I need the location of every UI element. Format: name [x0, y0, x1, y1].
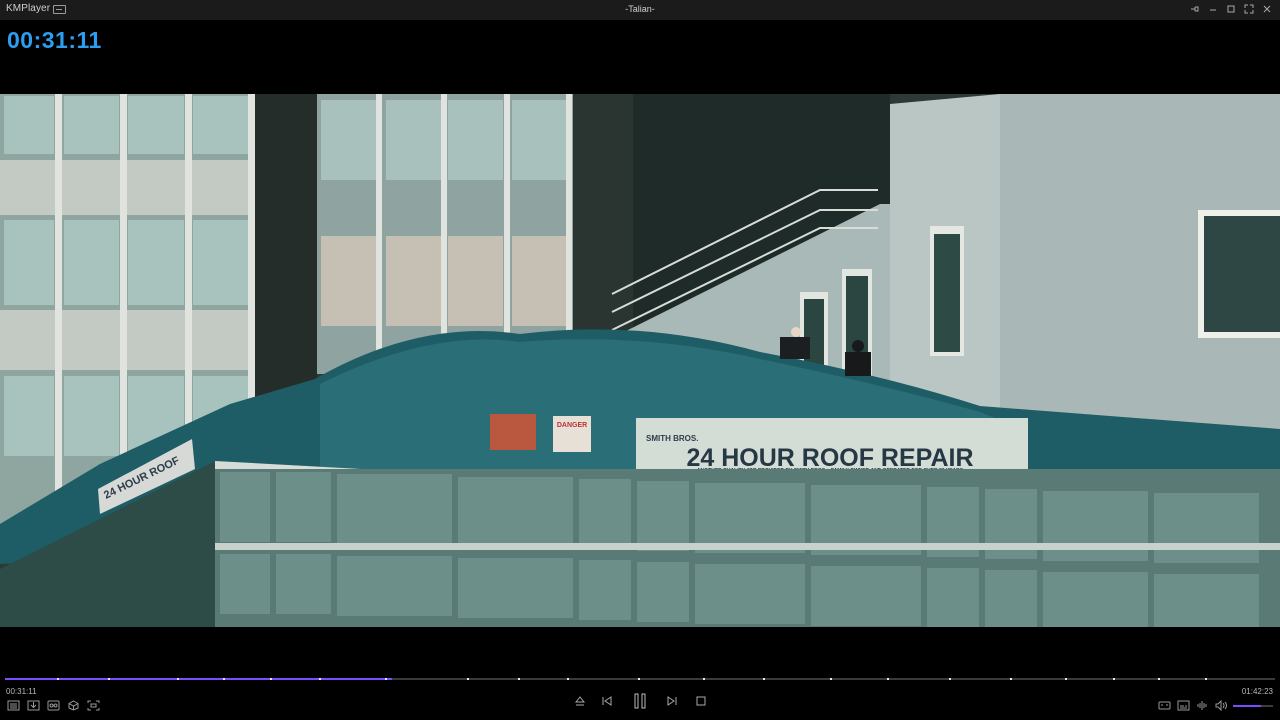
chapter-marker[interactable] — [703, 678, 705, 680]
chapter-marker[interactable] — [108, 678, 110, 680]
chapter-marker[interactable] — [1205, 678, 1207, 680]
osd-time: 00:31:11 — [7, 27, 102, 53]
chapter-marker[interactable] — [1158, 678, 1160, 680]
left-toolbar — [7, 700, 100, 711]
video-scene: DANGER SMITH BROS. 24 HOUR ROOF REPAIR A… — [0, 94, 1280, 627]
banner-brand-left: SMITH BROS. — [646, 434, 698, 443]
chapter-marker[interactable] — [638, 678, 640, 680]
chapter-marker[interactable] — [887, 678, 889, 680]
playlist-icon[interactable] — [7, 700, 20, 711]
chapter-marker[interactable] — [518, 678, 520, 680]
stop-icon[interactable] — [693, 692, 709, 710]
subtitle-toggle-icon[interactable] — [1177, 700, 1190, 711]
current-time: 00:31:11 — [6, 687, 37, 696]
window-title: -Talian- — [625, 4, 655, 14]
chapter-marker[interactable] — [1065, 678, 1067, 680]
chapter-marker[interactable] — [1113, 678, 1115, 680]
3d-icon[interactable] — [67, 700, 80, 711]
open-folder-icon[interactable] — [27, 700, 40, 711]
maximize-icon[interactable] — [1226, 3, 1236, 15]
total-time[interactable]: 01:42:23 — [1242, 687, 1273, 696]
pin-icon[interactable] — [1190, 3, 1200, 15]
chapter-marker[interactable] — [1010, 678, 1012, 680]
next-icon[interactable] — [664, 692, 680, 710]
chapter-marker[interactable] — [567, 678, 569, 680]
chapter-marker[interactable] — [467, 678, 469, 680]
danger-sign-text: DANGER — [557, 422, 587, 429]
close-icon[interactable] — [1262, 3, 1272, 15]
chapter-marker[interactable] — [57, 678, 59, 680]
chapter-marker[interactable] — [270, 678, 272, 680]
chapter-marker[interactable] — [763, 678, 765, 680]
chapter-marker[interactable] — [385, 678, 387, 680]
eject-icon[interactable] — [572, 692, 588, 710]
capture-icon[interactable] — [87, 700, 100, 711]
chapter-marker[interactable] — [177, 678, 179, 680]
chapter-marker[interactable] — [223, 678, 225, 680]
video-frame[interactable]: DANGER SMITH BROS. 24 HOUR ROOF REPAIR A… — [0, 94, 1280, 627]
minimize-icon[interactable] — [1208, 3, 1218, 15]
seek-progress — [5, 678, 393, 680]
volume-level — [1233, 705, 1261, 707]
title-bar: KMPlayer -Talian- — [0, 0, 1280, 20]
volume-icon[interactable] — [1215, 700, 1228, 711]
window-controls — [1190, 3, 1272, 15]
fullscreen-icon[interactable] — [1244, 3, 1254, 15]
previous-icon[interactable] — [599, 692, 615, 710]
volume-slider[interactable] — [1233, 705, 1273, 707]
chapter-marker[interactable] — [949, 678, 951, 680]
seek-bar[interactable] — [5, 676, 1275, 681]
playback-controls — [570, 692, 715, 710]
pause-icon[interactable] — [631, 692, 649, 710]
vr-icon[interactable] — [1158, 700, 1171, 711]
equalizer-icon[interactable] — [1196, 700, 1209, 711]
right-toolbar — [1158, 700, 1228, 711]
chapter-marker[interactable] — [319, 678, 321, 680]
subtitle-icon[interactable] — [47, 700, 60, 711]
chapter-marker[interactable] — [830, 678, 832, 680]
